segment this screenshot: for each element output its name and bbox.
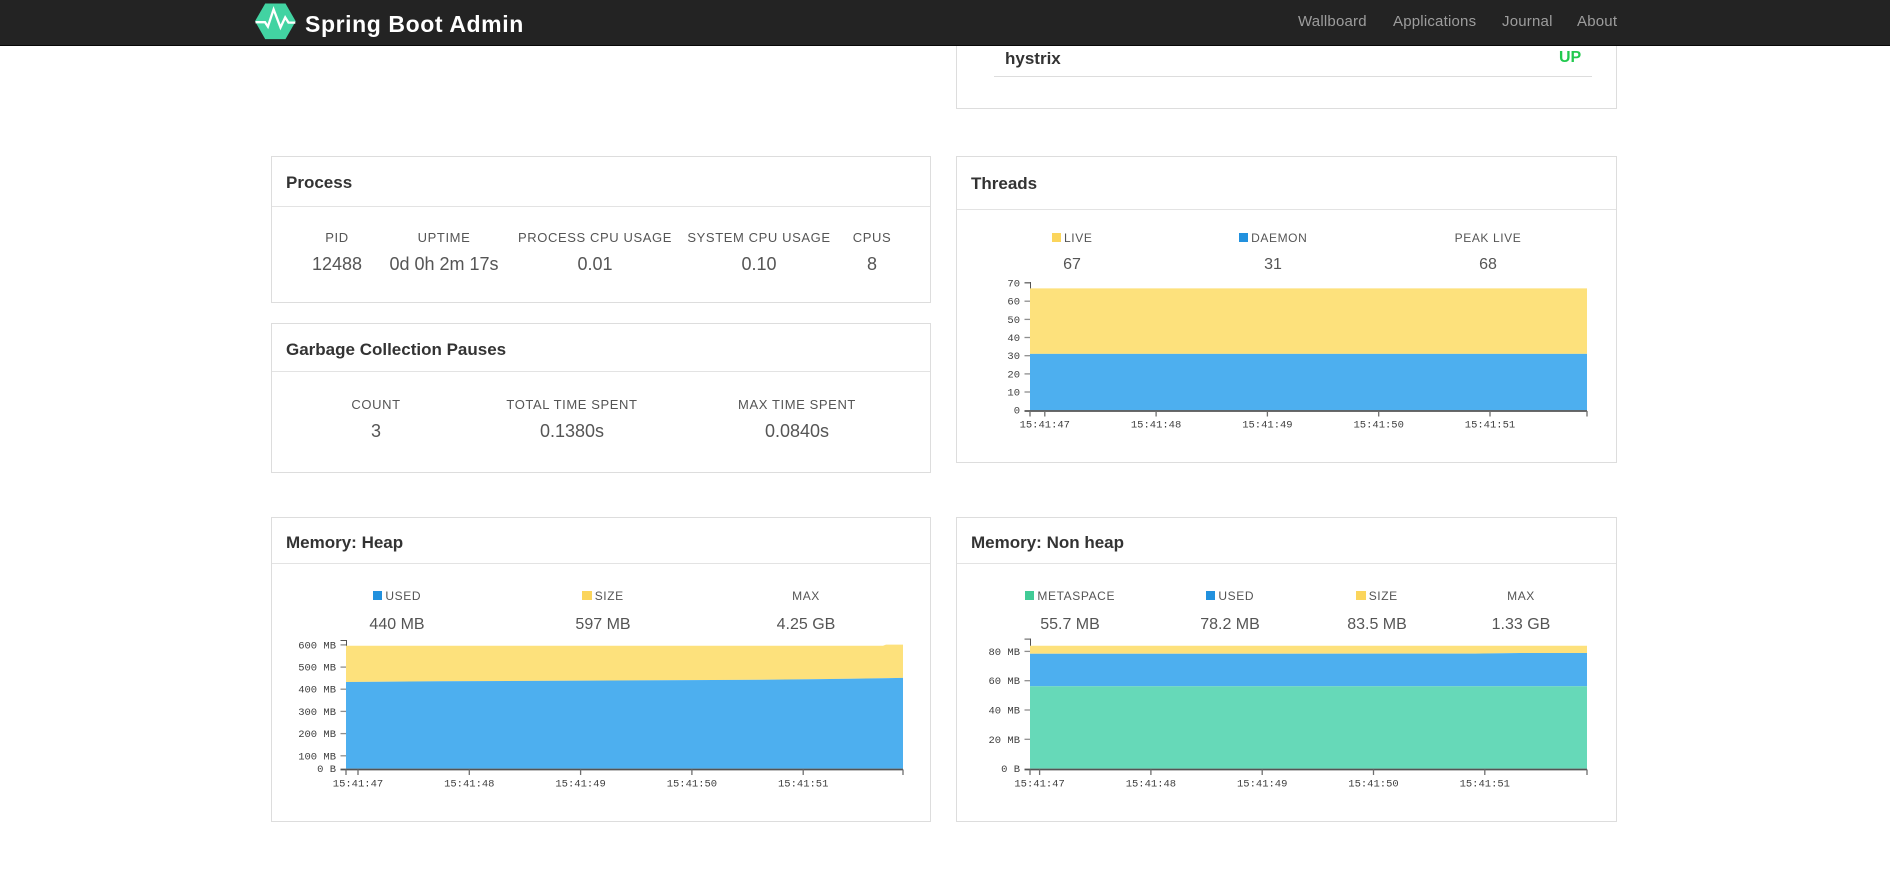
svg-text:60 MB: 60 MB: [988, 676, 1020, 688]
svg-text:10: 10: [1007, 388, 1020, 400]
svg-text:15:41:49: 15:41:49: [555, 779, 605, 791]
svg-text:15:41:49: 15:41:49: [1237, 779, 1287, 791]
svg-text:15:41:50: 15:41:50: [1348, 779, 1398, 791]
svg-text:200 MB: 200 MB: [298, 729, 336, 741]
svg-text:15:41:51: 15:41:51: [778, 779, 828, 791]
svg-text:15:41:51: 15:41:51: [1460, 779, 1510, 791]
svg-text:50: 50: [1007, 315, 1020, 327]
svg-text:15:41:49: 15:41:49: [1242, 420, 1292, 432]
svg-text:400 MB: 400 MB: [298, 685, 336, 697]
svg-text:15:41:47: 15:41:47: [333, 779, 383, 791]
svg-text:15:41:50: 15:41:50: [667, 779, 717, 791]
svg-text:600 MB: 600 MB: [298, 640, 336, 652]
svg-text:15:41:48: 15:41:48: [1126, 779, 1176, 791]
svg-text:70: 70: [1007, 279, 1020, 291]
svg-text:20: 20: [1007, 369, 1020, 381]
svg-text:15:41:47: 15:41:47: [1020, 420, 1070, 432]
svg-text:300 MB: 300 MB: [298, 707, 336, 719]
svg-text:500 MB: 500 MB: [298, 663, 336, 675]
svg-text:0: 0: [1014, 406, 1020, 418]
svg-text:15:41:50: 15:41:50: [1353, 420, 1403, 432]
svg-text:0 B: 0 B: [317, 764, 336, 776]
svg-text:15:41:47: 15:41:47: [1014, 779, 1064, 791]
svg-text:60: 60: [1007, 297, 1020, 309]
svg-text:80 MB: 80 MB: [988, 647, 1020, 659]
svg-text:20 MB: 20 MB: [988, 735, 1020, 747]
svg-text:30: 30: [1007, 351, 1020, 363]
svg-text:100 MB: 100 MB: [298, 751, 336, 763]
svg-text:40 MB: 40 MB: [988, 706, 1020, 718]
svg-text:15:41:48: 15:41:48: [1131, 420, 1181, 432]
svg-text:40: 40: [1007, 333, 1020, 345]
svg-text:15:41:51: 15:41:51: [1465, 420, 1515, 432]
svg-text:0 B: 0 B: [1001, 764, 1020, 776]
svg-text:15:41:48: 15:41:48: [444, 779, 494, 791]
